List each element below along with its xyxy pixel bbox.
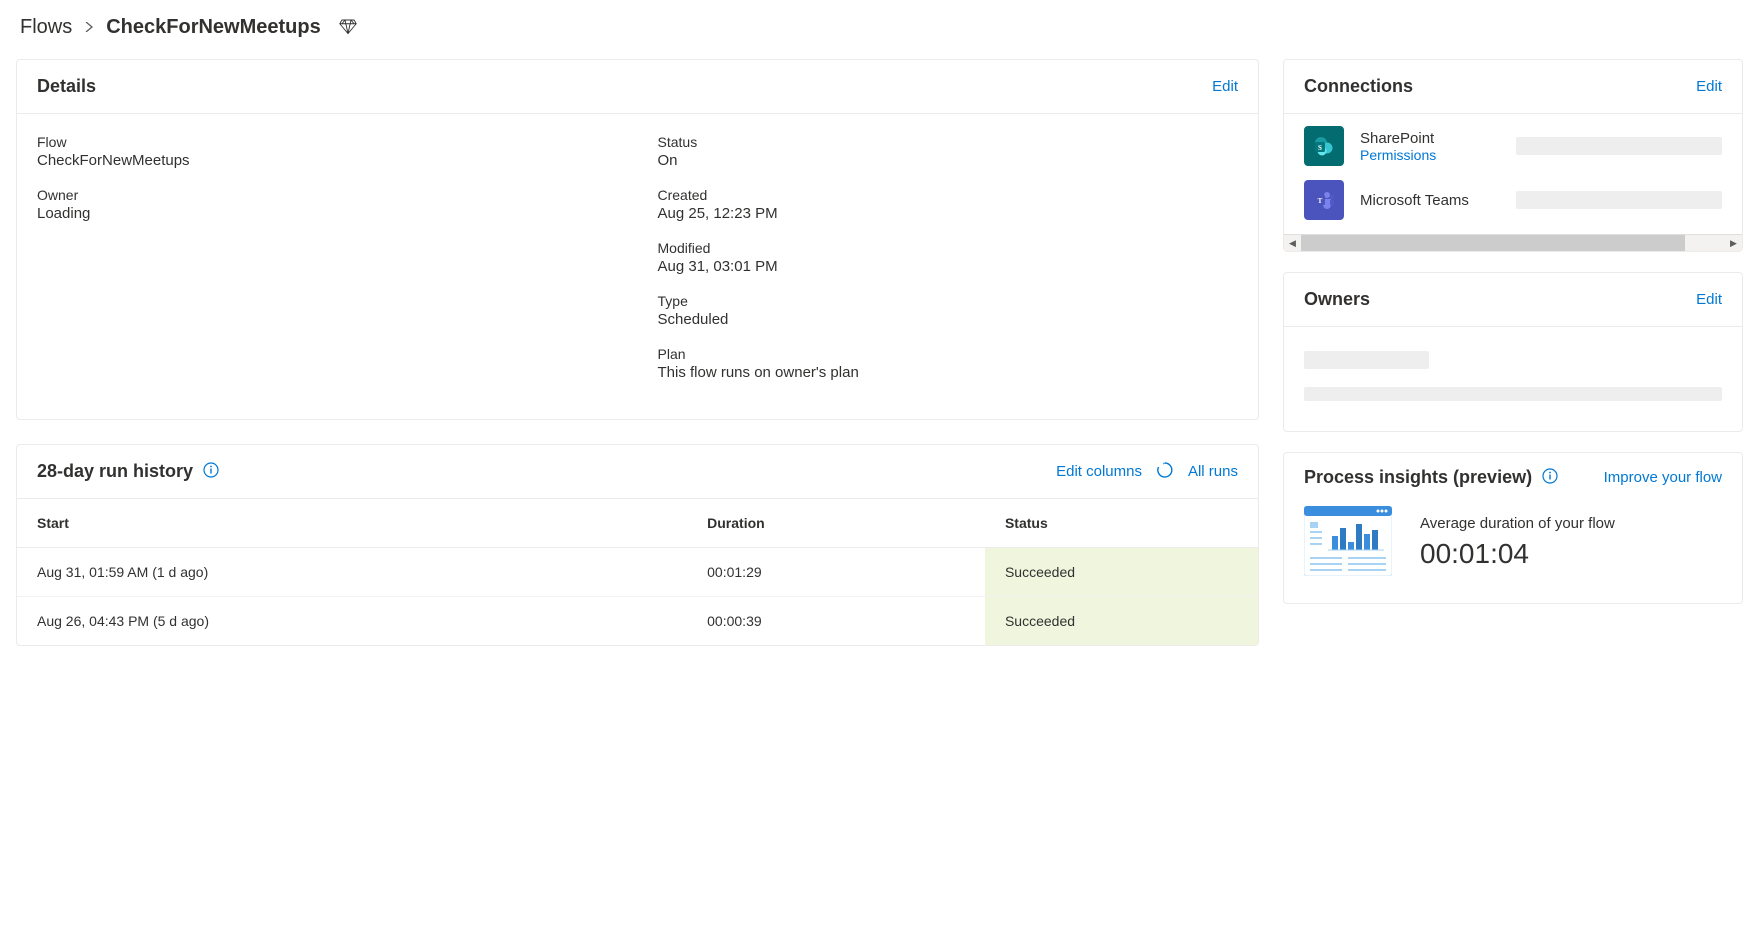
plan-value: This flow runs on owner's plan [658, 364, 1239, 381]
status-label: Status [658, 134, 1239, 150]
process-insights-title: Process insights (preview) [1304, 467, 1532, 488]
created-label: Created [658, 187, 1239, 203]
flow-value: CheckForNewMeetups [37, 152, 618, 169]
type-value: Scheduled [658, 311, 1239, 328]
sharepoint-icon: S [1304, 126, 1344, 166]
chevron-right-icon [84, 19, 94, 37]
breadcrumb-root[interactable]: Flows [20, 16, 72, 39]
edit-details-link[interactable]: Edit [1212, 78, 1238, 95]
connection-account-placeholder [1516, 137, 1722, 155]
run-duration: 00:01:29 [687, 548, 985, 597]
owner-placeholder [1304, 387, 1722, 401]
edit-owners-link[interactable]: Edit [1696, 291, 1722, 308]
refresh-icon[interactable] [1156, 461, 1174, 482]
run-status: Succeeded [985, 548, 1258, 596]
owners-title: Owners [1304, 289, 1370, 310]
all-runs-link[interactable]: All runs [1188, 463, 1238, 480]
svg-text:T: T [1318, 197, 1323, 205]
horizontal-scrollbar[interactable]: ◀ ▶ [1284, 234, 1742, 251]
col-start-header[interactable]: Start [17, 499, 687, 548]
col-status-header[interactable]: Status [985, 499, 1258, 548]
edit-connections-link[interactable]: Edit [1696, 78, 1722, 95]
run-history-table: Start Duration Status Aug 31, 01:59 AM (… [17, 499, 1258, 645]
svg-text:S: S [1318, 144, 1322, 152]
breadcrumb: Flows CheckForNewMeetups [16, 16, 1743, 39]
details-title: Details [37, 76, 96, 97]
edit-columns-link[interactable]: Edit columns [1056, 463, 1142, 480]
run-start: Aug 26, 04:43 PM (5 d ago) [17, 597, 687, 646]
scroll-right-icon[interactable]: ▶ [1725, 235, 1742, 252]
owner-label: Owner [37, 187, 618, 203]
breadcrumb-current: CheckForNewMeetups [106, 16, 321, 39]
connection-account-placeholder [1516, 191, 1722, 209]
connection-name: SharePoint [1360, 130, 1500, 147]
details-card: Details Edit Flow CheckForNewMeetups Own… [16, 59, 1259, 420]
run-duration: 00:00:39 [687, 597, 985, 646]
info-icon[interactable] [203, 462, 219, 481]
table-row[interactable]: Aug 26, 04:43 PM (5 d ago) 00:00:39 Succ… [17, 597, 1258, 646]
run-history-card: 28-day run history Edit columns All runs [16, 444, 1259, 646]
chart-report-icon [1304, 506, 1392, 579]
improve-flow-link[interactable]: Improve your flow [1604, 469, 1722, 486]
premium-diamond-icon [333, 17, 357, 38]
owner-value: Loading [37, 205, 618, 222]
flow-label: Flow [37, 134, 618, 150]
scroll-left-icon[interactable]: ◀ [1284, 235, 1301, 252]
teams-icon: T [1304, 180, 1344, 220]
table-row[interactable]: Aug 31, 01:59 AM (1 d ago) 00:01:29 Succ… [17, 548, 1258, 597]
process-insights-card: Process insights (preview) Improve your … [1283, 452, 1743, 604]
connection-name: Microsoft Teams [1360, 192, 1500, 209]
modified-value: Aug 31, 03:01 PM [658, 258, 1239, 275]
connection-row: S SharePoint Permissions [1304, 126, 1722, 166]
run-start: Aug 31, 01:59 AM (1 d ago) [17, 548, 687, 597]
created-value: Aug 25, 12:23 PM [658, 205, 1239, 222]
avg-duration-label: Average duration of your flow [1420, 515, 1615, 532]
run-status: Succeeded [985, 597, 1258, 645]
info-icon[interactable] [1542, 468, 1558, 487]
type-label: Type [658, 293, 1239, 309]
col-duration-header[interactable]: Duration [687, 499, 985, 548]
connection-permissions-link[interactable]: Permissions [1360, 147, 1500, 163]
avg-duration-value: 00:01:04 [1420, 538, 1615, 570]
owner-placeholder [1304, 351, 1429, 369]
status-value: On [658, 152, 1239, 169]
scrollbar-thumb[interactable] [1301, 235, 1685, 251]
connections-card: Connections Edit S SharePoint Permission… [1283, 59, 1743, 252]
run-history-title: 28-day run history [37, 461, 193, 482]
modified-label: Modified [658, 240, 1239, 256]
plan-label: Plan [658, 346, 1239, 362]
owners-card: Owners Edit [1283, 272, 1743, 432]
connections-title: Connections [1304, 76, 1413, 97]
connection-row: T Microsoft Teams [1304, 180, 1722, 220]
